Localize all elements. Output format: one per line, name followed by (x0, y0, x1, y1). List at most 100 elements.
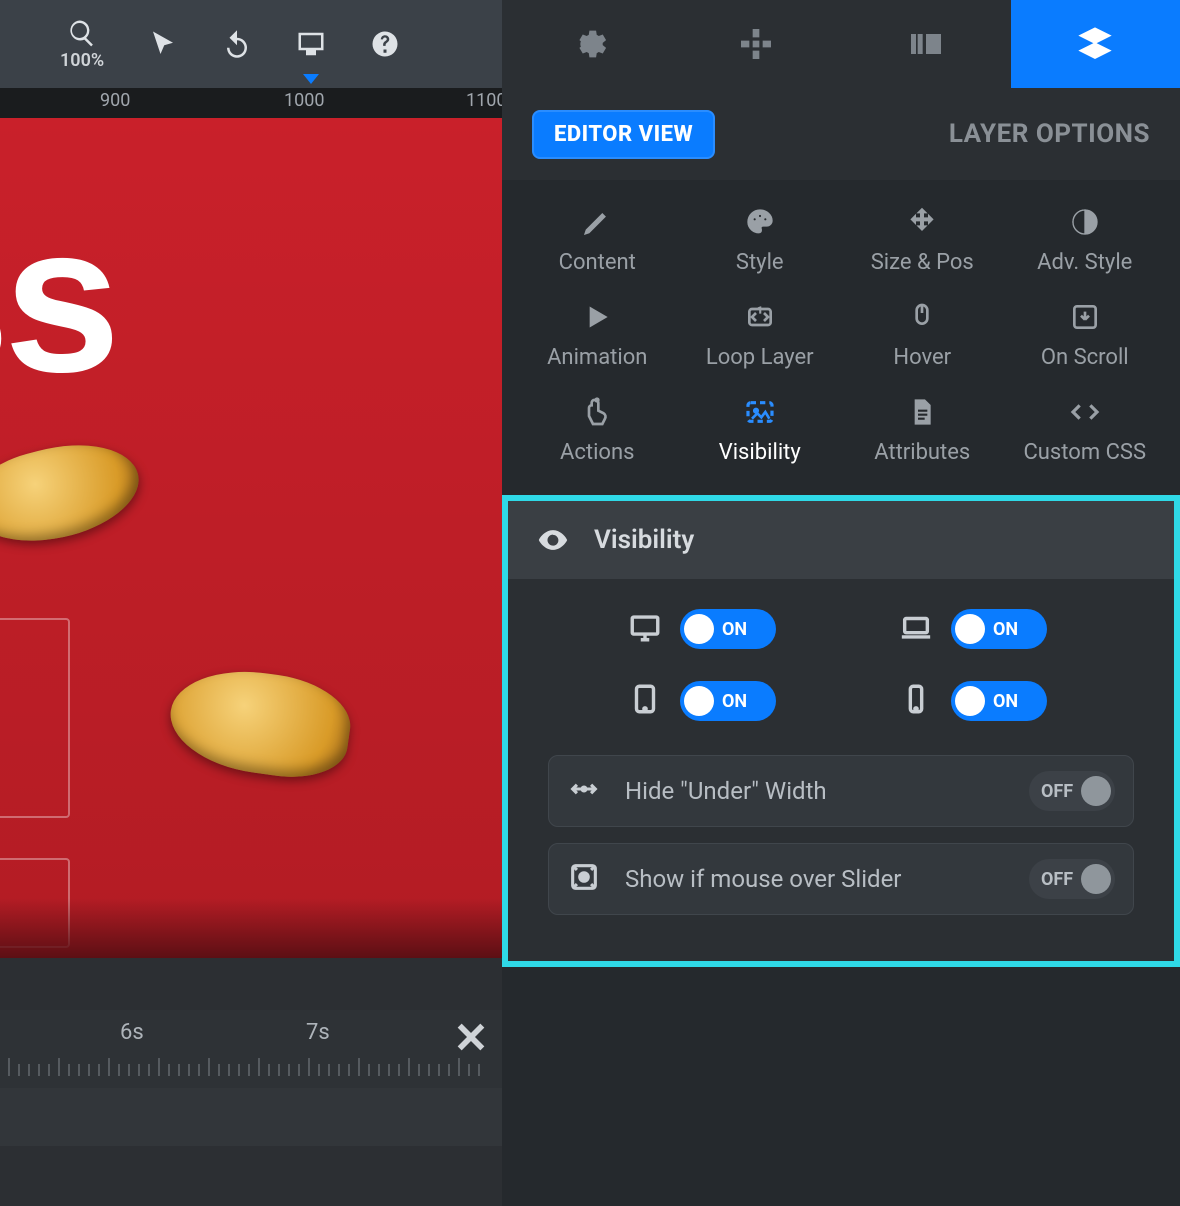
pointer-tool[interactable] (148, 0, 178, 88)
layer-tab-sizepos[interactable]: Size & Pos (841, 206, 1004, 275)
layer-tab-attributes[interactable]: Attributes (841, 396, 1004, 465)
tab-settings[interactable] (502, 0, 672, 88)
toggle-hide_under_width[interactable]: OFF (1029, 771, 1115, 811)
undo-icon (222, 29, 252, 59)
toggle-knob (1081, 776, 1111, 806)
toggle-state-label: OFF (1041, 781, 1073, 802)
top-toolbar: 100% (0, 0, 1180, 88)
undo-tool[interactable] (222, 0, 252, 88)
layer-tab-actions[interactable]: Actions (516, 396, 679, 465)
canvas-layer-outline[interactable] (0, 618, 70, 818)
toggle-state-label: ON (722, 619, 747, 640)
toggle-state-label: ON (993, 619, 1018, 640)
toggle-show_if_mouse_over[interactable]: OFF (1029, 859, 1115, 899)
close-icon (454, 1020, 488, 1054)
layer-tab-label: Adv. Style (1037, 250, 1132, 275)
device-toggle-phone: ON (899, 681, 1134, 721)
mouse-icon (906, 301, 938, 333)
canvas-image-chip[interactable] (0, 428, 149, 559)
layer-tab-style[interactable]: Style (679, 206, 842, 275)
tab-navigation[interactable] (672, 0, 842, 88)
palette-icon (744, 206, 776, 238)
timeline-close-button[interactable] (454, 1020, 488, 1058)
tab-slides[interactable] (841, 0, 1011, 88)
help-tool[interactable] (370, 0, 400, 88)
ruler-mark: 1100 (466, 90, 506, 111)
layer-tab-content[interactable]: Content (516, 206, 679, 275)
layer-tab-label: Style (736, 250, 784, 275)
toolbar-left: 100% (0, 0, 502, 88)
device-toggle-laptop: ON (899, 609, 1134, 649)
layer-tab-label: Hover (893, 345, 951, 370)
layer-tab-advstyle[interactable]: Adv. Style (1004, 206, 1167, 275)
toggle-desktop[interactable]: ON (680, 609, 776, 649)
layer-tab-label: Size & Pos (871, 250, 974, 275)
loop-icon: 1 (744, 301, 776, 333)
toggle-tablet[interactable]: ON (680, 681, 776, 721)
timeline-mark: 6s (120, 1020, 144, 1045)
visibility-setting-hide_under_width: Hide "Under" Width OFF (548, 755, 1134, 827)
layer-tab-label: Loop Layer (706, 345, 814, 370)
dpad-icon (736, 24, 776, 64)
canvas-headline-text[interactable]: ness (0, 178, 115, 420)
zoom-percent-label: 100% (60, 50, 104, 71)
device-visibility-toggles: ON ON ON ON (628, 609, 1134, 721)
slide-canvas[interactable]: ness (0, 118, 502, 958)
img-dashed-icon (744, 396, 776, 428)
toggle-knob (684, 614, 714, 644)
zoom-tool[interactable]: 100% (60, 0, 104, 88)
play-icon (581, 301, 613, 333)
cursor-icon (148, 29, 178, 59)
toggle-knob (955, 686, 985, 716)
visibility-section-header[interactable]: Visibility (508, 501, 1174, 579)
layer-tab-visibility[interactable]: Visibility (679, 396, 842, 465)
toggle-state-label: OFF (1041, 869, 1073, 890)
layer-options-panel: EDITOR VIEW LAYER OPTIONS Content Style … (502, 88, 1180, 1206)
layer-tab-label: Custom CSS (1023, 440, 1146, 465)
layer-tab-looplayer[interactable]: 1 Loop Layer (679, 301, 842, 370)
layer-tab-animation[interactable]: Animation (516, 301, 679, 370)
gear-icon (567, 24, 607, 64)
toggle-state-label: ON (993, 691, 1018, 712)
toggle-phone[interactable]: ON (951, 681, 1047, 721)
layer-tab-label: On Scroll (1041, 345, 1129, 370)
layer-tabs-grid: Content Style Size & Pos Adv. Style Anim… (502, 180, 1180, 489)
layer-tab-customcss[interactable]: Custom CSS (1004, 396, 1167, 465)
move-icon (906, 206, 938, 238)
layers-icon (1075, 24, 1115, 64)
laptop-icon (899, 610, 933, 648)
panel-title: LAYER OPTIONS (949, 119, 1150, 149)
slides-icon (906, 24, 946, 64)
svg-text:1: 1 (758, 306, 763, 315)
timeline-mark: 7s (306, 1020, 330, 1045)
canvas-image-chip[interactable] (164, 661, 356, 785)
setting-label: Hide "Under" Width (625, 777, 1005, 805)
device-toggle-desktop: ON (628, 609, 863, 649)
visibility-section: Visibility ON ON ON ON (502, 495, 1180, 967)
layer-tab-label: Visibility (719, 440, 801, 465)
pencil-icon (581, 206, 613, 238)
file-icon (906, 396, 938, 428)
toggle-knob (955, 614, 985, 644)
layer-tab-onscroll[interactable]: On Scroll (1004, 301, 1167, 370)
touch-icon (581, 396, 613, 428)
toggle-laptop[interactable]: ON (951, 609, 1047, 649)
timeline-ticks (0, 1058, 502, 1076)
layer-tab-hover[interactable]: Hover (841, 301, 1004, 370)
timeline[interactable]: 6s 7s (0, 1010, 502, 1088)
panel-header: EDITOR VIEW LAYER OPTIONS (502, 88, 1180, 180)
visibility-settings-list: Hide "Under" Width OFF Show if mouse ove… (538, 755, 1144, 915)
tablet-icon (628, 682, 662, 720)
visibility-section-title: Visibility (594, 525, 694, 555)
layer-tab-label: Attributes (874, 440, 970, 465)
eye-icon (536, 523, 570, 557)
editor-view-button[interactable]: EDITOR VIEW (532, 110, 715, 159)
timeline-strip (0, 1088, 502, 1146)
device-preview-tool[interactable] (296, 0, 326, 88)
visibility-setting-show_if_mouse_over: Show if mouse over Slider OFF (548, 843, 1134, 915)
desktop-icon (296, 29, 326, 59)
setting-label: Show if mouse over Slider (625, 865, 1005, 893)
toolbar-right-tabs (502, 0, 1180, 88)
layer-tab-label: Content (559, 250, 636, 275)
tab-layers[interactable] (1011, 0, 1180, 88)
